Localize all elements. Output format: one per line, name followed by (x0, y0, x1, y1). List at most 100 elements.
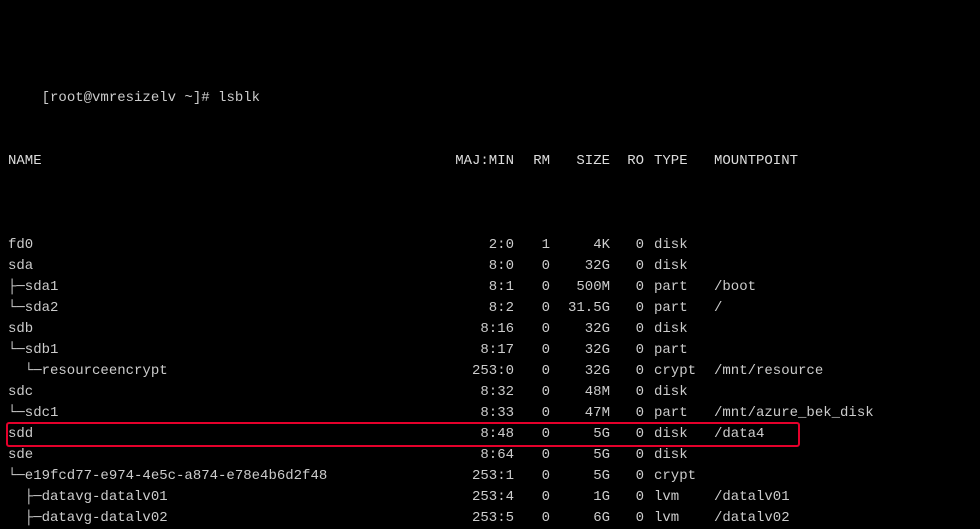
cell-name: sda (8, 256, 448, 277)
cell-majmin: 253:1 (448, 466, 518, 487)
lsblk-row: └─e19fcd77-e974-4e5c-a874-e78e4b6d2f4825… (8, 466, 972, 487)
cell-name: └─sda2 (8, 298, 448, 319)
cell-ro: 0 (614, 382, 648, 403)
cell-size: 31.5G (554, 298, 614, 319)
cell-rm: 0 (518, 424, 554, 445)
lsblk-row: sdd8:4805G0disk/data4 (8, 424, 972, 445)
cell-type: part (648, 340, 708, 361)
cell-mount: /data4 (708, 424, 908, 445)
cell-name: ├─datavg-datalv02 (8, 508, 448, 529)
cell-type: disk (648, 256, 708, 277)
cell-size: 47M (554, 403, 614, 424)
cell-ro: 0 (614, 361, 648, 382)
cell-ro: 0 (614, 487, 648, 508)
cell-type: disk (648, 235, 708, 256)
lsblk-row: ├─datavg-datalv01253:401G0lvm/datalv01 (8, 487, 972, 508)
cell-name: └─e19fcd77-e974-4e5c-a874-e78e4b6d2f48 (8, 466, 448, 487)
cell-majmin: 8:17 (448, 340, 518, 361)
cell-rm: 0 (518, 466, 554, 487)
cell-size: 48M (554, 382, 614, 403)
cell-name: sde (8, 445, 448, 466)
lsblk-header: NAME MAJ:MIN RM SIZE RO TYPE MOUNTPOINT (8, 151, 972, 172)
prompt-line: [root@vmresizelv ~]# lsblk (8, 67, 972, 88)
cell-type: disk (648, 382, 708, 403)
cell-size: 32G (554, 361, 614, 382)
cell-mount: /datalv02 (708, 508, 908, 529)
cell-ro: 0 (614, 235, 648, 256)
cell-size: 6G (554, 508, 614, 529)
cell-ro: 0 (614, 424, 648, 445)
cell-ro: 0 (614, 319, 648, 340)
cell-mount: /mnt/azure_bek_disk (708, 403, 908, 424)
cell-name: ├─datavg-datalv01 (8, 487, 448, 508)
cell-type: disk (648, 445, 708, 466)
prompt: [root@vmresizelv ~]# lsblk (42, 90, 260, 106)
cell-majmin: 8:16 (448, 319, 518, 340)
cell-size: 1G (554, 487, 614, 508)
hdr-name: NAME (8, 151, 448, 172)
cell-size: 4K (554, 235, 614, 256)
cell-majmin: 8:48 (448, 424, 518, 445)
hdr-majmin: MAJ:MIN (448, 151, 518, 172)
cell-majmin: 253:4 (448, 487, 518, 508)
cell-name: └─sdc1 (8, 403, 448, 424)
cell-mount: /boot (708, 277, 908, 298)
cell-majmin: 8:2 (448, 298, 518, 319)
cell-size: 5G (554, 445, 614, 466)
cell-type: crypt (648, 466, 708, 487)
cell-rm: 0 (518, 277, 554, 298)
cell-rm: 1 (518, 235, 554, 256)
hdr-rm: RM (518, 151, 554, 172)
cell-type: disk (648, 424, 708, 445)
cell-type: part (648, 277, 708, 298)
cell-type: lvm (648, 508, 708, 529)
cell-ro: 0 (614, 340, 648, 361)
terminal[interactable]: [root@vmresizelv ~]# lsblk NAME MAJ:MIN … (0, 0, 980, 529)
cell-majmin: 8:0 (448, 256, 518, 277)
cell-majmin: 8:64 (448, 445, 518, 466)
cell-rm: 0 (518, 382, 554, 403)
cell-name: └─sdb1 (8, 340, 448, 361)
lsblk-row: sdb8:16032G0disk (8, 319, 972, 340)
cell-majmin: 8:1 (448, 277, 518, 298)
cell-name: fd0 (8, 235, 448, 256)
cell-rm: 0 (518, 487, 554, 508)
cell-size: 500M (554, 277, 614, 298)
cell-type: disk (648, 319, 708, 340)
cell-name: └─resourceencrypt (8, 361, 448, 382)
cell-mount: /datalv01 (708, 487, 908, 508)
cell-rm: 0 (518, 319, 554, 340)
hdr-ro: RO (614, 151, 648, 172)
cell-name: ├─sda1 (8, 277, 448, 298)
hdr-type: TYPE (648, 151, 708, 172)
cell-rm: 0 (518, 361, 554, 382)
cell-type: part (648, 298, 708, 319)
lsblk-row: sde8:6405G0disk (8, 445, 972, 466)
lsblk-row: ├─datavg-datalv02253:506G0lvm/datalv02 (8, 508, 972, 529)
cell-ro: 0 (614, 403, 648, 424)
cell-rm: 0 (518, 340, 554, 361)
cell-size: 32G (554, 340, 614, 361)
cell-majmin: 8:33 (448, 403, 518, 424)
lsblk-row: └─sdb18:17032G0part (8, 340, 972, 361)
cell-size: 5G (554, 424, 614, 445)
lsblk-row: └─sda28:2031.5G0part/ (8, 298, 972, 319)
lsblk-row: └─sdc18:33047M0part/mnt/azure_bek_disk (8, 403, 972, 424)
cell-ro: 0 (614, 466, 648, 487)
hdr-size: SIZE (554, 151, 614, 172)
lsblk-rows: fd02:014K0disksda8:0032G0disk├─sda18:105… (8, 235, 972, 529)
cell-ro: 0 (614, 256, 648, 277)
hdr-mount: MOUNTPOINT (708, 151, 908, 172)
cell-rm: 0 (518, 508, 554, 529)
cell-size: 32G (554, 256, 614, 277)
cell-ro: 0 (614, 445, 648, 466)
lsblk-row: ├─sda18:10500M0part/boot (8, 277, 972, 298)
cell-ro: 0 (614, 277, 648, 298)
cell-rm: 0 (518, 445, 554, 466)
cell-type: part (648, 403, 708, 424)
cell-majmin: 253:5 (448, 508, 518, 529)
cell-size: 32G (554, 319, 614, 340)
cell-size: 5G (554, 466, 614, 487)
cell-ro: 0 (614, 298, 648, 319)
cell-rm: 0 (518, 298, 554, 319)
